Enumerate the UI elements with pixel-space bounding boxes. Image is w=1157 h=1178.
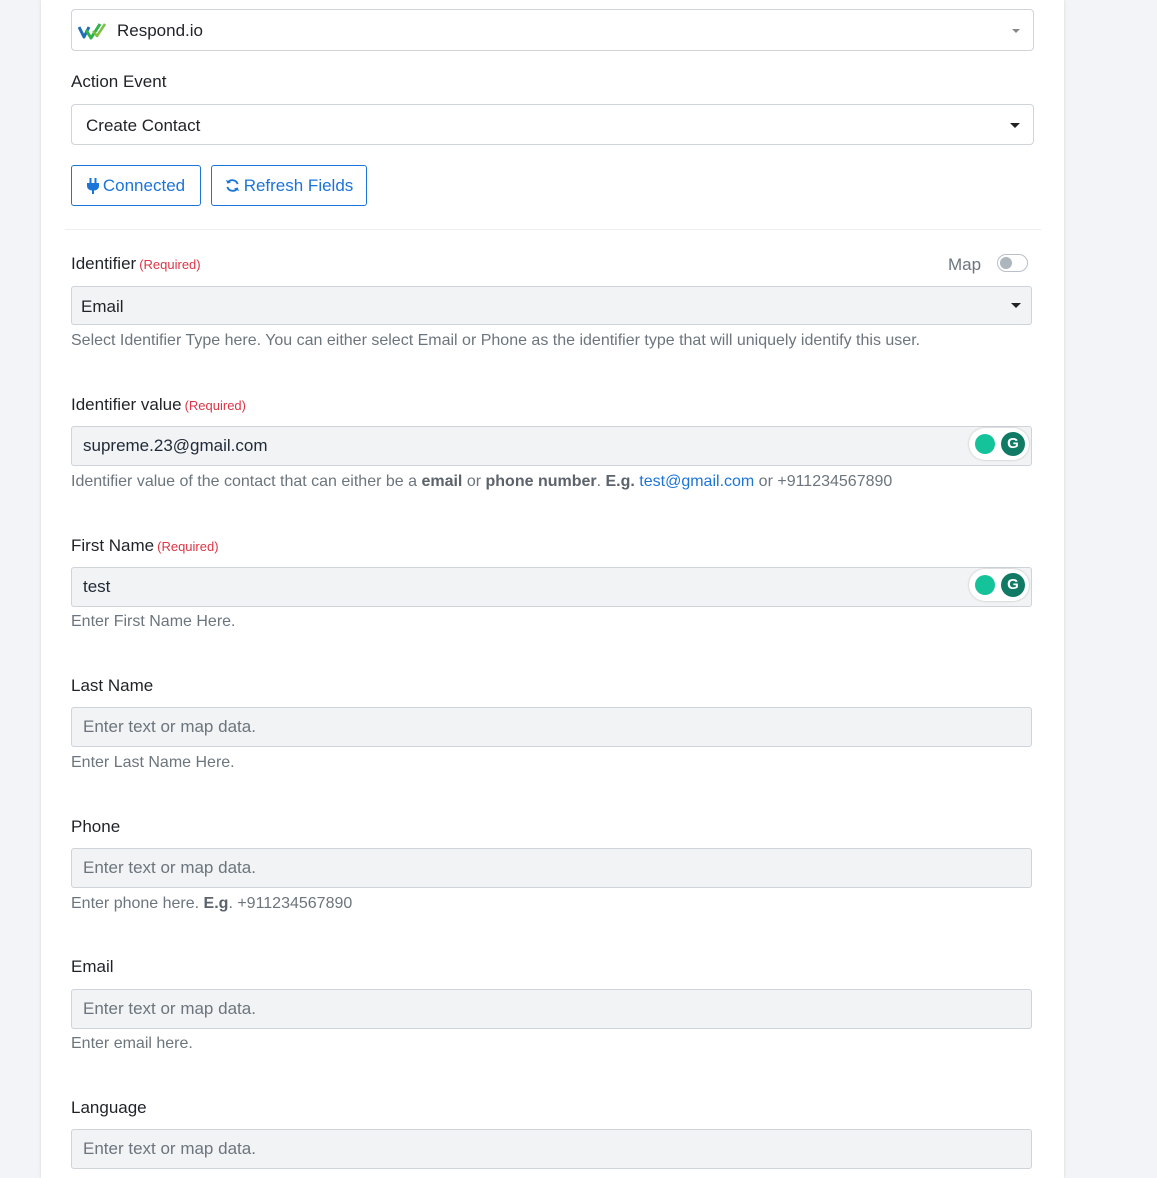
identifier-label-text: Identifier xyxy=(71,254,137,273)
identifier-select[interactable]: Email xyxy=(71,286,1032,325)
identifier-value-label: Identifier value (Required) xyxy=(71,395,246,415)
help-text: or xyxy=(462,473,486,490)
help-bold: E.g xyxy=(203,895,229,912)
app-select[interactable]: Respond.io xyxy=(71,9,1034,51)
chevron-down-icon xyxy=(1010,123,1020,128)
phone-label: Phone xyxy=(71,817,121,836)
language-label: Language xyxy=(71,1098,147,1117)
app-select-value: Respond.io xyxy=(117,21,204,40)
lightbulb-icon xyxy=(975,575,995,595)
email-label: Email xyxy=(71,957,114,976)
first-name-help: Enter First Name Here. xyxy=(71,613,236,630)
map-toggle-label: Map xyxy=(948,255,982,274)
chevron-down-icon xyxy=(1011,303,1021,308)
action-event-label: Action Event xyxy=(71,72,167,91)
first-name-input[interactable] xyxy=(71,567,1032,607)
required-badge: (Required) xyxy=(157,539,219,554)
help-bold: phone number xyxy=(485,473,597,490)
phone-input[interactable] xyxy=(71,848,1032,888)
help-text: Identifier value of the contact that can… xyxy=(71,473,422,490)
required-badge: (Required) xyxy=(184,398,246,413)
identifier-select-value: Email xyxy=(81,297,124,316)
identifier-label: Identifier (Required) xyxy=(71,254,201,274)
email-input[interactable] xyxy=(71,989,1032,1029)
grammarly-icon: G xyxy=(1001,573,1025,597)
required-badge: (Required) xyxy=(139,257,201,272)
identifier-value-wrapper: G xyxy=(41,426,1064,466)
last-name-input[interactable] xyxy=(71,707,1032,747)
refresh-fields-button-label: Refresh Fields xyxy=(243,175,354,195)
language-input[interactable] xyxy=(71,1129,1032,1169)
connected-button-label: Connected xyxy=(102,175,186,195)
help-text: . +911234567890 xyxy=(228,895,353,912)
identifier-value-input[interactable] xyxy=(71,426,1032,466)
action-event-value: Create Contact xyxy=(86,116,201,135)
action-event-select[interactable]: Create Contact xyxy=(71,104,1034,145)
help-text: or +911234567890 xyxy=(754,473,893,490)
last-name-help: Enter Last Name Here. xyxy=(71,754,235,771)
first-name-label-text: First Name xyxy=(71,536,155,555)
lightbulb-icon xyxy=(975,434,995,454)
identifier-value-help: Identifier value of the contact that can… xyxy=(71,473,892,491)
example-email-link[interactable]: test@gmail.com xyxy=(639,473,754,490)
last-name-label: Last Name xyxy=(71,676,154,695)
plug-icon xyxy=(86,177,99,194)
grammarly-icon: G xyxy=(1001,432,1025,456)
section-divider xyxy=(65,229,1041,230)
help-bold: E.g. xyxy=(605,473,635,490)
connected-button[interactable]: Connected xyxy=(71,165,201,206)
first-name-label: First Name (Required) xyxy=(71,536,219,556)
map-toggle[interactable] xyxy=(997,254,1028,272)
form-panel: Respond.io Action Event Create Contact C… xyxy=(41,0,1064,1178)
map-toggle-knob xyxy=(1000,257,1012,269)
help-text: . xyxy=(596,473,606,490)
grammarly-widget[interactable]: G xyxy=(969,428,1029,460)
phone-help: Enter phone here. E.g. +911234567890 xyxy=(71,895,352,913)
refresh-icon xyxy=(225,179,239,192)
help-text: Enter phone here. xyxy=(71,895,204,912)
identifier-help: Select Identifier Type here. You can eit… xyxy=(71,332,921,349)
chevron-down-icon xyxy=(1012,29,1020,33)
respond-io-logo-icon xyxy=(78,23,106,40)
first-name-wrapper: G xyxy=(41,567,1064,607)
help-bold: email xyxy=(421,473,463,490)
email-help: Enter email here. xyxy=(71,1035,193,1052)
grammarly-widget[interactable]: G xyxy=(969,569,1029,601)
refresh-fields-button[interactable]: Refresh Fields xyxy=(211,165,367,206)
identifier-value-label-text: Identifier value xyxy=(71,395,182,414)
